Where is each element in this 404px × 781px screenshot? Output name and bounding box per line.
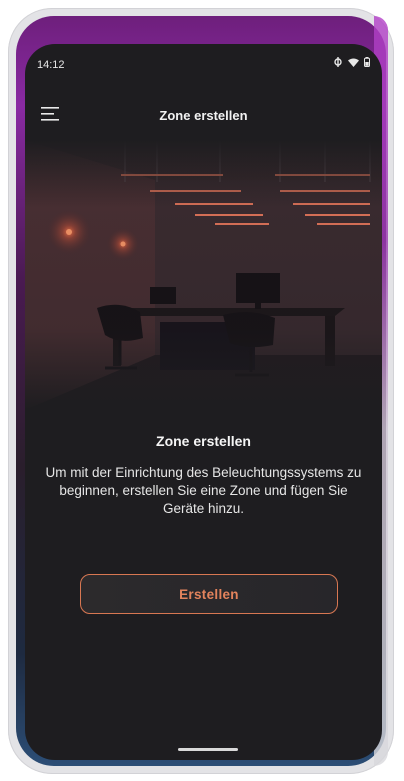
- office-lighting-illustration: [25, 140, 382, 410]
- status-time: 14:12: [37, 59, 65, 71]
- phone-screen: 14:12 Zone erstellen Zone erstellen Um m…: [25, 44, 382, 760]
- battery-icon: [364, 57, 370, 67]
- status-bar: 14:12: [25, 44, 382, 78]
- app-bar: Zone erstellen: [25, 99, 382, 129]
- status-icons: [333, 57, 370, 67]
- sync-icon: [334, 57, 342, 67]
- wifi-icon: [348, 58, 359, 67]
- content-title: Zone erstellen: [156, 433, 251, 449]
- content-description: Um mit der Einrichtung des Beleuchtungss…: [45, 465, 362, 516]
- page-title: Zone erstellen: [159, 108, 248, 123]
- create-zone-button[interactable]: Erstellen: [80, 574, 338, 614]
- home-indicator[interactable]: [178, 748, 238, 751]
